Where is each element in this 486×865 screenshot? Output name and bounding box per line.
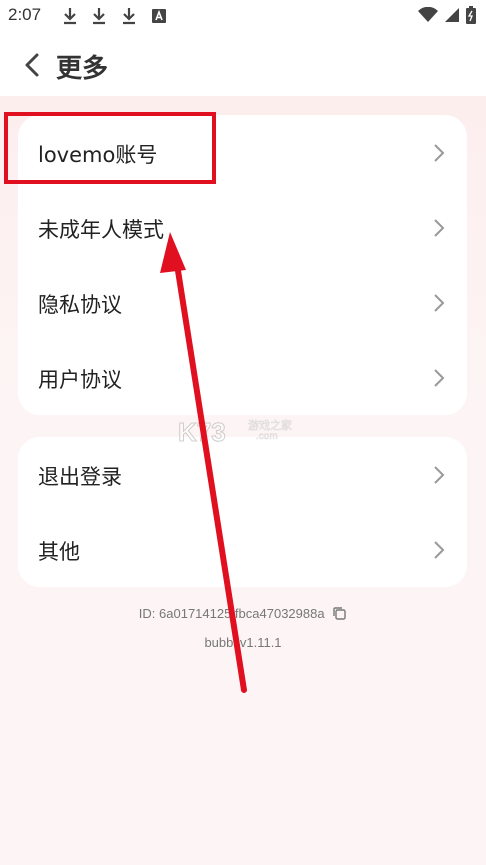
download-icon xyxy=(123,8,135,25)
chevron-right-icon xyxy=(434,219,445,237)
menu-item-label: 退出登录 xyxy=(38,465,122,489)
chevron-left-icon[interactable] xyxy=(18,50,48,80)
user-id-row: ID: 6a01714125 fbca47032988a xyxy=(0,606,486,621)
menu-item-user-agreement[interactable]: 用户协议 xyxy=(18,340,467,415)
menu-item-label: 隐私协议 xyxy=(38,293,122,317)
download-icon xyxy=(64,8,76,25)
menu-item-privacy-policy[interactable]: 隐私协议 xyxy=(18,265,467,340)
header: 更多 xyxy=(0,34,486,96)
status-time: 2:07 xyxy=(8,5,42,24)
menu-item-label: 其他 xyxy=(38,540,80,564)
user-id-text: ID: 6a01714125 fbca47032988a xyxy=(138,606,325,621)
signal-icon xyxy=(445,8,459,22)
chevron-right-icon xyxy=(434,144,445,162)
watermark-sub: .com xyxy=(256,431,278,443)
chevron-right-icon xyxy=(434,294,445,312)
status-icons xyxy=(418,6,476,24)
chevron-right-icon xyxy=(434,541,445,559)
copy-icon[interactable] xyxy=(332,606,347,621)
app-version: bubbl v1.11.1 xyxy=(204,635,282,650)
chevron-right-icon xyxy=(434,369,445,387)
page-title: 更多 xyxy=(56,54,109,84)
status-bar: 2:07 xyxy=(0,0,486,34)
menu-item-minor-mode[interactable]: 未成年人模式 xyxy=(18,190,467,265)
menu-item-label: 未成年人模式 xyxy=(38,218,164,242)
site-watermark: K73 游戏之家 .com xyxy=(178,417,308,449)
menu-item-label: 用户协议 xyxy=(38,368,122,392)
menu-item-other[interactable]: 其他 xyxy=(18,512,467,587)
text-a-icon xyxy=(152,9,166,23)
chevron-right-icon xyxy=(434,466,445,484)
annotation-highlight-box xyxy=(4,112,216,184)
settings-card-secondary: 退出登录 其他 xyxy=(18,437,467,587)
download-icon xyxy=(93,8,105,25)
watermark-logo: K73 xyxy=(178,417,227,448)
battery-icon xyxy=(466,6,476,24)
wifi-icon xyxy=(418,7,438,22)
